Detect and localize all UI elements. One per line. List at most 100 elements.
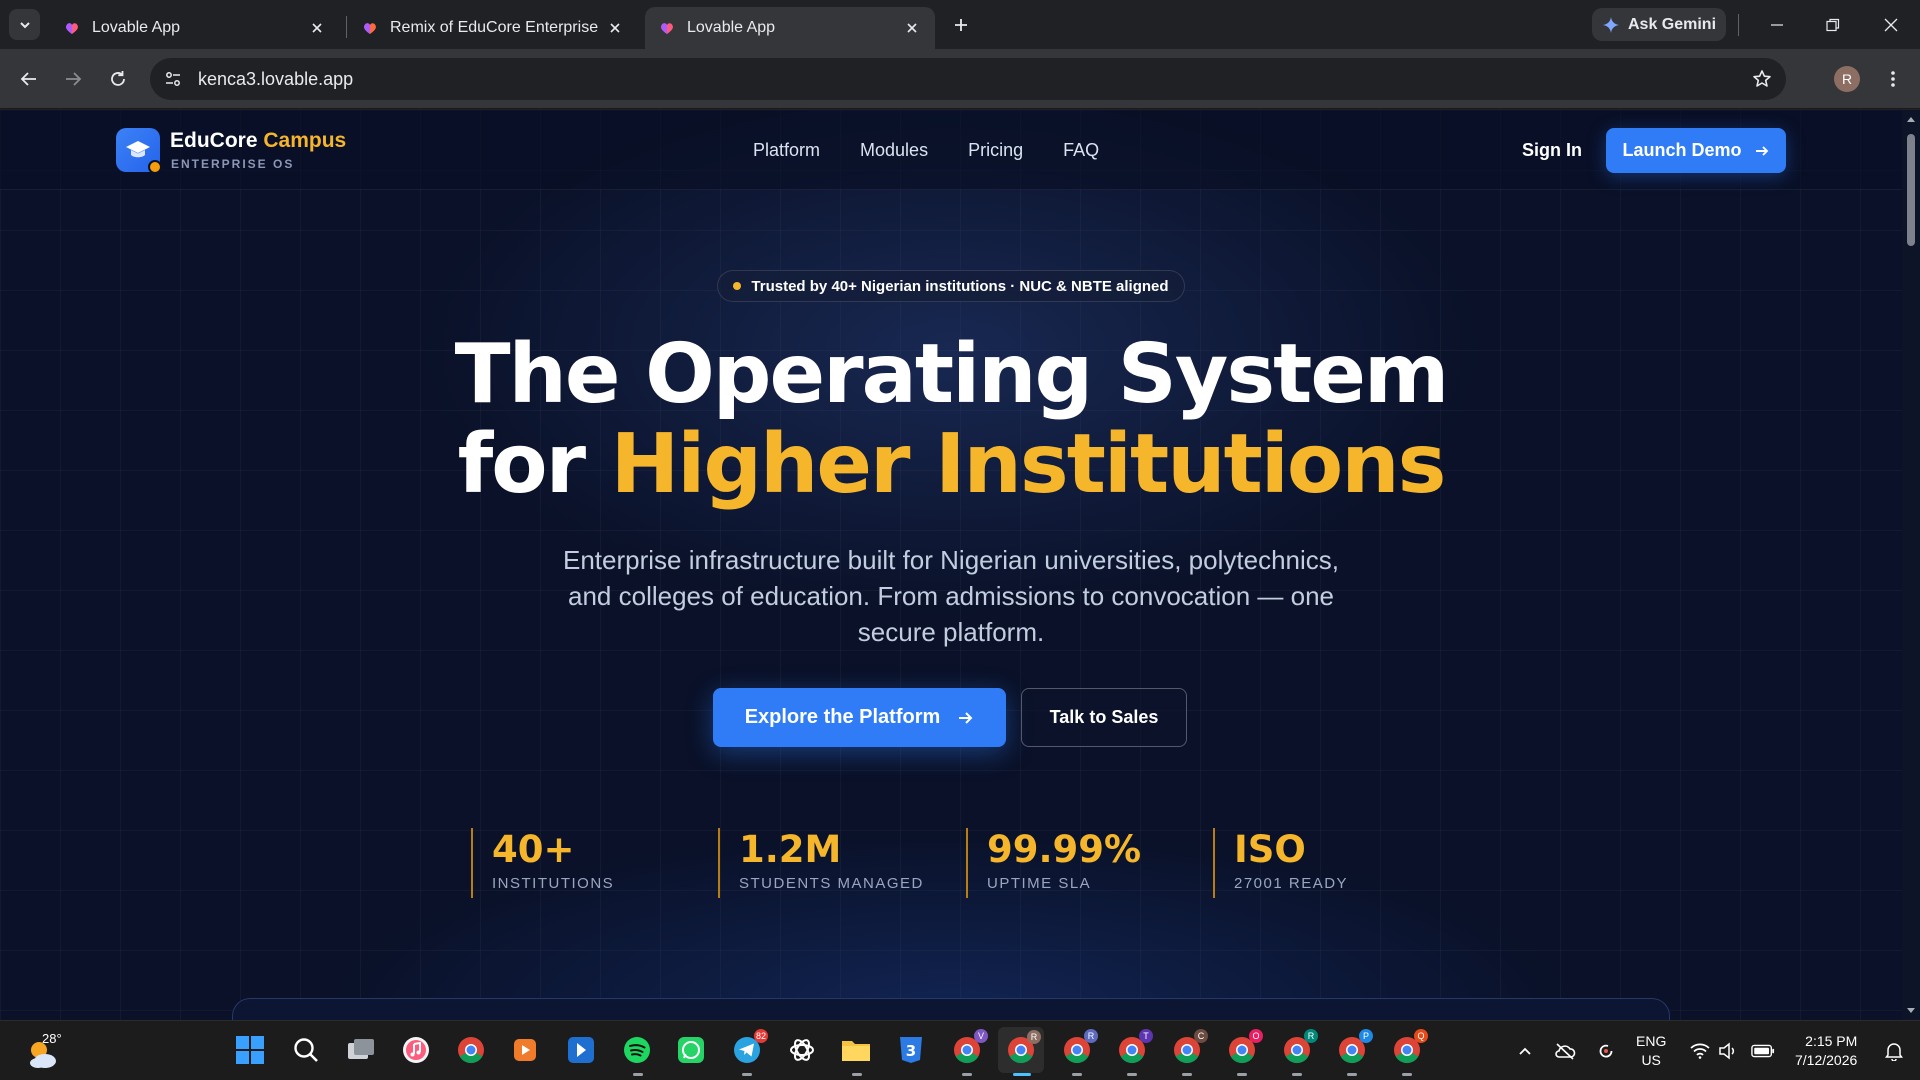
sync-icon: [1599, 1044, 1613, 1058]
back-button[interactable]: [13, 63, 45, 95]
spotify-app[interactable]: [620, 1033, 654, 1067]
scroll-up-icon[interactable]: [1906, 114, 1916, 124]
plus-icon: [955, 19, 967, 31]
css-tool-app[interactable]: 3: [894, 1033, 928, 1067]
stat-label: 27001 READY: [1234, 875, 1349, 892]
page-scrollbar[interactable]: [1902, 110, 1920, 1020]
running-indicator: [1127, 1073, 1137, 1076]
chrome-profile-p[interactable]: P: [1335, 1029, 1373, 1067]
launch-demo-button[interactable]: Launch Demo: [1606, 128, 1786, 173]
close-tab-icon[interactable]: [308, 19, 326, 37]
chrome-profile-r3[interactable]: R: [1280, 1029, 1318, 1067]
battery-tray[interactable]: [1751, 1039, 1775, 1063]
whatsapp-app[interactable]: [674, 1033, 708, 1067]
url-text[interactable]: kenca3.lovable.app: [198, 69, 353, 90]
explore-platform-label: Explore the Platform: [744, 706, 941, 728]
chrome-profile-r-active[interactable]: R: [998, 1027, 1044, 1073]
talk-to-sales-button[interactable]: Talk to Sales: [1021, 688, 1187, 747]
brand-name[interactable]: EduCore Campus: [170, 129, 346, 153]
reload-button[interactable]: [102, 63, 134, 95]
system-clock[interactable]: 2:15 PM 7/12/2026: [1795, 1032, 1857, 1070]
profile-badge: R: [1027, 1030, 1041, 1044]
chrome-profile-t[interactable]: T: [1115, 1029, 1153, 1067]
chrome-icon: [458, 1037, 484, 1064]
volume-tray[interactable]: [1716, 1039, 1740, 1063]
tab-search-button[interactable]: [9, 9, 40, 40]
taskbar: 28° 82 3 V R R T C O R P Q ENG US 2:15 P…: [0, 1020, 1920, 1080]
sync-tray[interactable]: [1594, 1039, 1618, 1063]
stat-students: 1.2M STUDENTS MANAGED: [718, 828, 924, 898]
site-info-tune-icon[interactable]: [160, 66, 186, 92]
chrome-profile-r2[interactable]: R: [1060, 1029, 1098, 1067]
search-icon: [294, 1038, 318, 1062]
nav-link-modules[interactable]: Modules: [860, 140, 928, 161]
itunes-app[interactable]: [399, 1033, 433, 1067]
hero-title: The Operating System for Higher Institut…: [0, 330, 1902, 510]
close-tab-icon[interactable]: [606, 19, 624, 37]
profile-badge: C: [1194, 1029, 1208, 1043]
task-view-button[interactable]: [344, 1033, 378, 1067]
ask-gemini-label: Ask Gemini: [1627, 15, 1717, 33]
nav-link-pricing[interactable]: Pricing: [968, 140, 1023, 161]
clock-time: 2:15 PM: [1805, 1033, 1858, 1049]
running-indicator: [633, 1073, 643, 1076]
browser-tab-2[interactable]: Remix of EduCore Enterprise | L: [348, 7, 638, 49]
search-button[interactable]: [289, 1033, 323, 1067]
wifi-tray[interactable]: [1688, 1039, 1712, 1063]
notification-badge: 82: [753, 1029, 768, 1043]
start-button[interactable]: [233, 1033, 267, 1067]
chrome-profile-v[interactable]: V: [950, 1029, 988, 1067]
chrome-profile-o[interactable]: O: [1225, 1029, 1263, 1067]
ask-gemini-button[interactable]: Ask Gemini: [1592, 8, 1726, 41]
chatgpt-app[interactable]: [785, 1033, 819, 1067]
spotify-icon: [624, 1037, 650, 1063]
stat-label: INSTITUTIONS: [492, 875, 615, 892]
sign-in-link[interactable]: Sign In: [1522, 140, 1582, 161]
notification-center-button[interactable]: [1882, 1039, 1906, 1063]
media-player-app[interactable]: [508, 1033, 542, 1067]
running-indicator: [1182, 1073, 1192, 1076]
browser-tab-1[interactable]: Lovable App: [50, 7, 340, 49]
restore-button[interactable]: [1818, 10, 1848, 40]
new-tab-button[interactable]: [949, 13, 973, 37]
address-bar[interactable]: kenca3.lovable.app: [150, 58, 1786, 100]
minimize-button[interactable]: [1762, 10, 1792, 40]
page-viewport: EduCore Campus ENTERPRISE OS Platform Mo…: [0, 110, 1902, 1020]
stat-institutions: 40+ INSTITUTIONS: [471, 828, 614, 898]
stat-value: 1.2M: [739, 828, 842, 871]
profile-badge: R: [1304, 1029, 1318, 1043]
running-indicator: [962, 1073, 972, 1076]
browser-menu-button[interactable]: [1878, 64, 1908, 94]
restore-icon: [1826, 18, 1840, 32]
vscode-app[interactable]: [564, 1033, 598, 1067]
profile-badge: P: [1359, 1029, 1373, 1043]
chrome-profile-q[interactable]: Q: [1390, 1029, 1428, 1067]
chrome-app[interactable]: [454, 1033, 488, 1067]
chevron-down-icon: [19, 21, 30, 28]
profile-avatar[interactable]: R: [1834, 66, 1860, 92]
browser-toolbar: kenca3.lovable.app: [0, 49, 1920, 109]
forward-button[interactable]: [57, 63, 89, 95]
input-language[interactable]: ENG US: [1636, 1032, 1666, 1070]
show-hidden-icons-button[interactable]: [1513, 1039, 1537, 1063]
more-vertical-icon: [1891, 71, 1895, 87]
file-explorer-app[interactable]: [839, 1033, 873, 1067]
scrollbar-thumb[interactable]: [1907, 134, 1915, 246]
weather-widget[interactable]: 28°: [26, 1031, 70, 1071]
nav-link-faq[interactable]: FAQ: [1063, 140, 1099, 161]
scroll-down-icon[interactable]: [1906, 1006, 1916, 1016]
close-tab-icon[interactable]: [903, 19, 921, 37]
tab-title: Lovable App: [92, 19, 181, 36]
bookmark-star-icon[interactable]: [1750, 67, 1774, 91]
telegram-app[interactable]: 82: [730, 1029, 768, 1067]
browser-tab-3-active[interactable]: Lovable App: [645, 7, 935, 49]
nav-link-platform[interactable]: Platform: [753, 140, 820, 161]
close-window-button[interactable]: [1876, 10, 1906, 40]
explore-platform-button[interactable]: Explore the Platform: [713, 688, 1006, 747]
chrome-profile-c[interactable]: C: [1170, 1029, 1208, 1067]
code-editor-icon: [568, 1037, 594, 1063]
onedrive-tray[interactable]: [1553, 1039, 1577, 1063]
arrow-right-icon: [959, 711, 973, 724]
trust-badge-text: Trusted by 40+ Nigerian institutions · N…: [751, 277, 1169, 295]
clock-date: 7/12/2026: [1795, 1052, 1858, 1068]
